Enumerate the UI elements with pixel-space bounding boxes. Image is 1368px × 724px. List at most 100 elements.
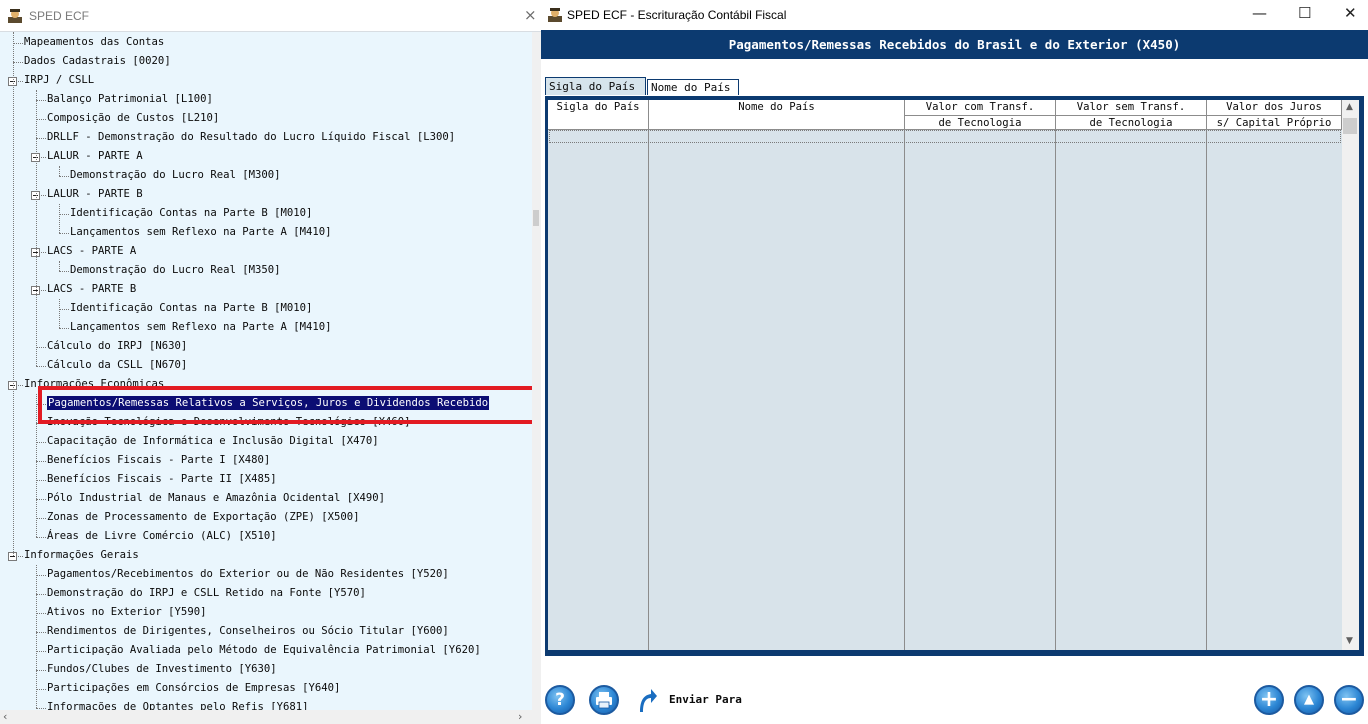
send-to-button[interactable]: Enviar Para — [669, 693, 742, 706]
help-icon[interactable]: ? — [545, 685, 575, 715]
remove-icon[interactable]: − — [1334, 685, 1364, 715]
tree-scroll-thumb[interactable] — [533, 210, 539, 226]
navigation-tree: Mapeamentos das Contas Dados Cadastrais [… — [0, 32, 533, 710]
tree-horizontal-scrollbar[interactable]: ‹ › — [0, 710, 541, 724]
close-icon[interactable]: × — [524, 6, 537, 24]
grid-scroll-thumb[interactable] — [1343, 118, 1357, 134]
form-header: Pagamentos/Remessas Recebidos do Brasil … — [541, 30, 1368, 59]
column-header-nome[interactable]: Nome do País — [649, 100, 905, 130]
tree-item-selected[interactable]: Pagamentos/Remessas Relativos a Serviços… — [47, 394, 490, 413]
tree-item[interactable]: Benefícios Fiscais - Parte II [X485] — [47, 470, 277, 489]
column-header-valor-com-transf[interactable]: Valor com Transf. de Tecnologia — [905, 100, 1056, 130]
tree-item[interactable]: Lançamentos sem Reflexo na Parte A [M410… — [70, 318, 332, 337]
tree-item-label: Participações em Consórcios de Empresas … — [47, 682, 341, 694]
tree-connector — [13, 43, 23, 44]
tab-sigla-do-pais[interactable]: Sigla do País — [545, 77, 646, 95]
tree-item[interactable]: Informações Econômicas — [24, 375, 164, 394]
tree-item-label: IRPJ / CSLL — [24, 74, 95, 86]
tab-nome-do-pais[interactable]: Nome do País — [647, 79, 739, 95]
tree-item-label: Informações Econômicas — [24, 378, 165, 390]
maximize-icon[interactable]: ☐ — [1298, 4, 1311, 22]
tree-item-label: Pagamentos/Recebimentos do Exterior ou d… — [47, 568, 449, 580]
tree-item[interactable]: Lançamentos sem Reflexo na Parte A [M410… — [70, 223, 332, 242]
tree-item[interactable]: Demonstração do Lucro Real [M300] — [70, 166, 280, 185]
tree-item[interactable]: Demonstração do IRPJ e CSLL Retido na Fo… — [47, 584, 366, 603]
tree-vertical-scrollbar[interactable] — [532, 32, 541, 710]
tree-connector — [36, 613, 46, 614]
tree-item[interactable]: Participações em Consórcios de Empresas … — [47, 679, 340, 698]
tree-connector — [36, 480, 46, 481]
tree-item[interactable]: Rendimentos de Dirigentes, Conselheiros … — [47, 622, 449, 641]
add-icon[interactable]: + — [1254, 685, 1284, 715]
tree-item[interactable]: Cálculo do IRPJ [N630] — [47, 337, 187, 356]
data-grid[interactable]: Sigla do País Nome do País Valor com Tra… — [548, 100, 1359, 650]
tree-item-label: Zonas de Processamento de Exportação (ZP… — [47, 511, 360, 523]
print-icon[interactable] — [589, 685, 619, 715]
tree-item-label: LALUR - PARTE A — [47, 150, 143, 162]
tree-item[interactable]: Inovação Tecnológica e Desenvolvimento T… — [47, 413, 411, 432]
tree-item[interactable]: Dados Cadastrais [0020] — [24, 52, 171, 71]
grid-vertical-scrollbar[interactable]: ▲ ▼ — [1342, 100, 1359, 650]
close-icon[interactable]: ✕ — [1344, 4, 1357, 22]
column-header-sigla[interactable]: Sigla do País — [548, 100, 649, 130]
tree-item[interactable]: LACS - PARTE B — [47, 280, 136, 299]
tree-item[interactable]: Balanço Patrimonial [L100] — [47, 90, 213, 109]
tree-item[interactable]: Fundos/Clubes de Investimento [Y630] — [47, 660, 277, 679]
column-header-valor-juros[interactable]: Valor dos Juros s/ Capital Próprio — [1207, 100, 1342, 130]
column-header-valor-sem-transf[interactable]: Valor sem Transf. de Tecnologia — [1056, 100, 1207, 130]
tree-connector — [13, 62, 23, 63]
tree-item-label: Cálculo da CSLL [N670] — [47, 359, 188, 371]
tree-item-label: Capacitação de Informática e Inclusão Di… — [47, 435, 379, 447]
scroll-left-icon[interactable]: ‹ — [3, 710, 7, 723]
tree-item[interactable]: Áreas de Livre Comércio (ALC) [X510] — [47, 527, 277, 546]
tree-item-label: Composição de Custos [L210] — [47, 112, 220, 124]
tree-item[interactable]: Identificação Contas na Parte B [M010] — [70, 299, 312, 318]
tree-item[interactable]: Ativos no Exterior [Y590] — [47, 603, 206, 622]
up-icon[interactable]: ▲ — [1294, 685, 1324, 715]
column-header-label: Sigla do País — [556, 101, 640, 113]
tree-item-label: Benefícios Fiscais - Parte I [X480] — [47, 454, 271, 466]
tree-item-label: Benefícios Fiscais - Parte II [X485] — [47, 473, 277, 485]
minimize-icon[interactable]: — — [1252, 4, 1267, 22]
tree-item-label: Demonstração do IRPJ e CSLL Retido na Fo… — [47, 587, 366, 599]
scroll-down-icon[interactable]: ▼ — [1346, 636, 1353, 646]
tree-item-label: Demonstração do Lucro Real [M300] — [70, 169, 281, 181]
tree-item[interactable]: Participação Avaliada pelo Método de Equ… — [47, 641, 481, 660]
tree-item-label: Pagamentos/Remessas Relativos a Serviços… — [47, 396, 490, 410]
tree-connector — [59, 271, 69, 272]
tree-item[interactable]: Informações de Optantes pelo Refis [Y681… — [47, 698, 309, 710]
table-row[interactable] — [549, 130, 1341, 143]
printer-glyph — [596, 692, 612, 709]
tree-item-label: DRLLF - Demonstração do Resultado do Luc… — [47, 131, 456, 143]
tree-item[interactable]: Demonstração do Lucro Real [M350] — [70, 261, 280, 280]
tree-connector — [59, 176, 69, 177]
column-divider — [1206, 130, 1207, 650]
tree-item[interactable]: Composição de Custos [L210] — [47, 109, 219, 128]
column-header-sublabel: de Tecnologia — [1056, 115, 1206, 130]
tree-item-label: Fundos/Clubes de Investimento [Y630] — [47, 663, 277, 675]
column-divider — [1055, 130, 1056, 650]
tree-item[interactable]: LACS - PARTE A — [47, 242, 136, 261]
tree-item[interactable]: Cálculo da CSLL [N670] — [47, 356, 187, 375]
tree-item[interactable]: Pólo Industrial de Manaus e Amazônia Oci… — [47, 489, 385, 508]
tree-item[interactable]: DRLLF - Demonstração do Resultado do Luc… — [47, 128, 455, 147]
tree-item[interactable]: LALUR - PARTE A — [47, 147, 143, 166]
tree-item-label: Demonstração do Lucro Real [M350] — [70, 264, 281, 276]
tree-item[interactable]: IRPJ / CSLL — [24, 71, 94, 90]
tree-item[interactable]: Zonas de Processamento de Exportação (ZP… — [47, 508, 360, 527]
left-window-title: SPED ECF — [29, 9, 90, 23]
tree-item[interactable]: Benefícios Fiscais - Parte I [X480] — [47, 451, 270, 470]
column-header-label: Valor com Transf. — [925, 101, 1035, 113]
tree-item[interactable]: Pagamentos/Recebimentos do Exterior ou d… — [47, 565, 449, 584]
tree-connector — [59, 328, 69, 329]
scroll-up-icon[interactable]: ▲ — [1346, 102, 1353, 112]
send-arrow-icon[interactable] — [636, 686, 658, 714]
tree-item[interactable]: Informações Gerais — [24, 546, 139, 565]
column-header-sublabel: s/ Capital Próprio — [1207, 115, 1341, 130]
scroll-right-icon[interactable]: › — [518, 710, 522, 723]
tree-item[interactable]: Mapeamentos das Contas — [24, 33, 164, 52]
tree-item[interactable]: Identificação Contas na Parte B [M010] — [70, 204, 312, 223]
tree-item[interactable]: LALUR - PARTE B — [47, 185, 143, 204]
tree-item-label: LALUR - PARTE B — [47, 188, 143, 200]
tree-item[interactable]: Capacitação de Informática e Inclusão Di… — [47, 432, 379, 451]
